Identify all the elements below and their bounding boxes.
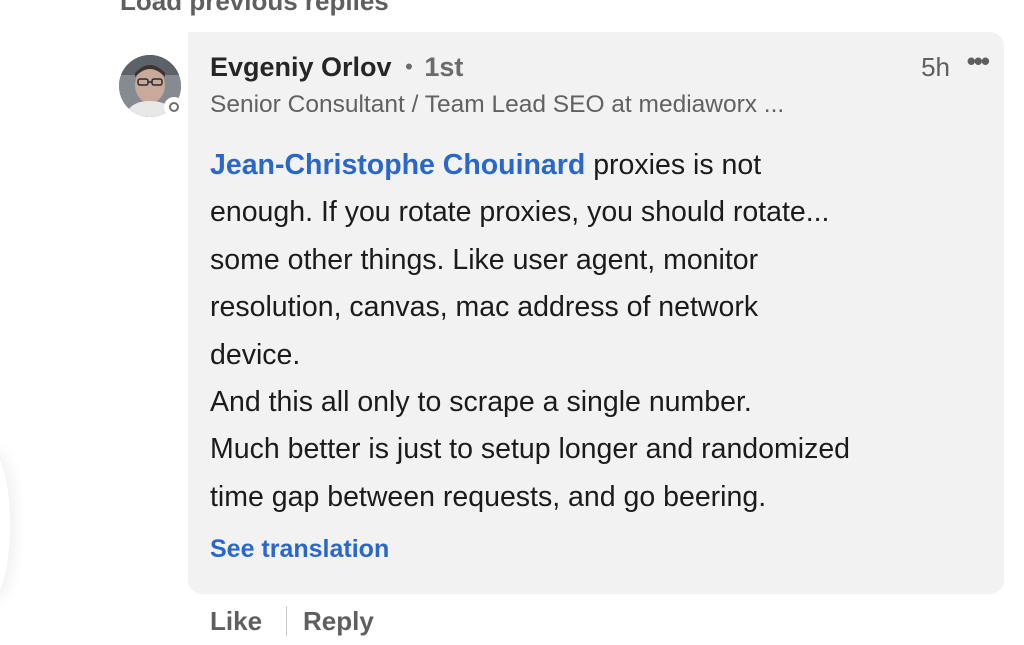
comment-thread: Load previous replies Evgeniy Orlov • 1s…: [0, 0, 1024, 645]
comment-bubble: Evgeniy Orlov • 1st 5h ••• Senior Consul…: [188, 32, 1004, 594]
degree-separator: •: [405, 54, 413, 79]
like-button[interactable]: Like: [210, 606, 262, 637]
presence-indicator-icon: [164, 97, 184, 117]
comment-text: Jean-Christophe Chouinard proxies is not…: [210, 142, 990, 521]
load-previous-replies-link[interactable]: Load previous replies: [120, 0, 389, 17]
side-panel-edge: [0, 450, 10, 600]
comment-line-text: proxies is not: [585, 149, 762, 181]
comment-line: time gap between requests, and go beerin…: [210, 480, 767, 513]
reply-button[interactable]: Reply: [303, 606, 374, 637]
more-options-icon[interactable]: •••: [967, 46, 990, 77]
comment-line: Much better is just to setup longer and …: [210, 433, 851, 466]
comment-actions: Like Reply: [210, 604, 374, 638]
connection-degree: 1st: [424, 52, 464, 82]
see-translation-link[interactable]: See translation: [210, 535, 389, 564]
comment-line: some other things. Like user agent, moni…: [210, 243, 759, 276]
comment-line: enough. If you rotate proxies, you shoul…: [210, 196, 830, 229]
avatar[interactable]: [119, 55, 184, 117]
author-row: Evgeniy Orlov • 1st: [210, 52, 463, 83]
comment-line: resolution, canvas, mac address of netwo…: [210, 291, 759, 324]
comment-line: Jean-Christophe Chouinard proxies is not: [210, 142, 990, 189]
comment-timestamp: 5h: [921, 52, 950, 82]
author-name[interactable]: Evgeniy Orlov: [210, 52, 392, 82]
action-divider: [286, 606, 288, 636]
comment-line: And this all only to scrape a single num…: [210, 386, 752, 419]
mention-link[interactable]: Jean-Christophe Chouinard: [210, 149, 585, 181]
comment-line: device.: [210, 338, 301, 371]
author-headline: Senior Consultant / Team Lead SEO at med…: [210, 91, 785, 118]
